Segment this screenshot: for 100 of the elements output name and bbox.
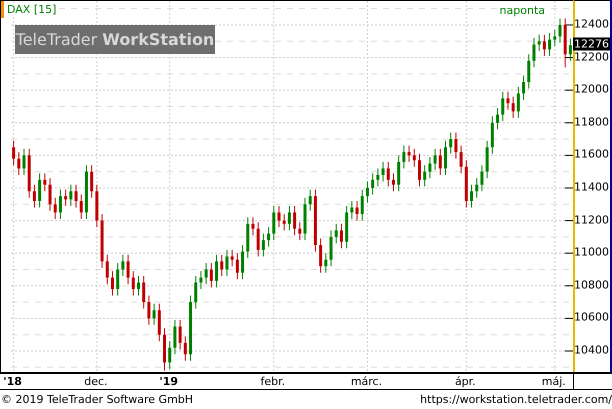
candlestick: [28, 148, 31, 198]
axis-label: 11800: [574, 115, 609, 128]
candlestick: [126, 254, 130, 285]
candlestick: [382, 161, 385, 182]
candlestick: [278, 205, 280, 228]
candlestick: [106, 254, 109, 285]
candlestick: [12, 140, 16, 166]
candlestick: [147, 295, 150, 326]
axis-label: 11000: [574, 246, 609, 259]
candlestick: [490, 116, 494, 154]
axis-label: '18: [3, 375, 22, 388]
candlestick: [475, 178, 478, 198]
candlestick: [308, 189, 312, 212]
axis-label: 10600: [574, 310, 609, 324]
candlestick: [189, 295, 192, 362]
candlestick: [516, 86, 520, 118]
candlestick: [412, 148, 416, 168]
candlestick: [210, 262, 213, 288]
candlestick: [558, 18, 562, 44]
candlestick: [522, 75, 526, 100]
candlestick: [267, 226, 270, 248]
candlestick: [319, 238, 322, 274]
candlestick: [95, 184, 98, 228]
axis-label: máj.: [542, 375, 566, 388]
candlestick: [230, 249, 234, 267]
candlestick: [480, 164, 484, 192]
website-link[interactable]: https://workstation.teletrader.com/: [420, 393, 612, 406]
candlestick: [74, 184, 78, 208]
candlestick: [356, 200, 359, 222]
candlestick: [386, 161, 390, 187]
branding-logo: TeleTrader WorkStation: [15, 25, 215, 54]
axis-label: 10800: [574, 278, 609, 292]
candlestick: [204, 262, 208, 285]
candlestick: [340, 223, 343, 249]
candlestick: [163, 328, 166, 372]
period-label: naponta: [500, 4, 545, 17]
candlestick: [173, 320, 176, 355]
candlestick: [438, 148, 442, 176]
candlestick: [486, 140, 489, 179]
candlestick: [568, 38, 572, 62]
candlestick: [38, 172, 42, 208]
candlestick: [84, 164, 88, 220]
candlestick: [32, 184, 36, 208]
symbol-label: DAX [15]: [7, 3, 56, 16]
candlestick: [376, 168, 380, 187]
candlestick: [506, 91, 510, 110]
candlestick: [460, 145, 463, 174]
axis-label: márc.: [350, 375, 382, 388]
candlestick: [225, 249, 228, 276]
candlestick: [408, 145, 411, 162]
candlestick: [532, 38, 536, 68]
axis-label: 12200: [574, 50, 609, 64]
candlestick: [251, 216, 254, 236]
candlestick: [444, 140, 447, 176]
candlestick: [110, 270, 114, 296]
axis-label: dec.: [84, 375, 108, 388]
axis-label: febr.: [260, 375, 286, 388]
candlestick: [330, 230, 333, 267]
candlestick: [69, 184, 72, 206]
candlestick: [418, 153, 421, 187]
candlestick: [527, 54, 530, 90]
candlestick: [314, 189, 317, 252]
candlestick: [64, 189, 68, 206]
axis-label: 12000: [574, 82, 609, 96]
candlestick: [360, 189, 364, 222]
candlestick: [158, 303, 161, 342]
candlestick: [324, 252, 328, 274]
candlestick: [512, 96, 515, 118]
candlestick: [366, 180, 369, 204]
candlestick: [548, 32, 552, 56]
candlestick: [199, 270, 202, 290]
candlestick: [262, 233, 265, 257]
candlestick: [54, 197, 57, 220]
candlestick: [304, 197, 306, 241]
axis-label: '19: [159, 375, 178, 388]
candlestick: [178, 320, 182, 350]
candlestick: [121, 254, 124, 276]
candlestick: [454, 132, 458, 160]
candlestick: [100, 214, 104, 268]
candlestick: [152, 303, 156, 326]
candlestick: [236, 252, 239, 280]
candlestick: [288, 205, 291, 231]
candlestick: [17, 152, 20, 176]
candlestick: [282, 214, 286, 231]
candlestick: [345, 205, 348, 249]
candlestick: [464, 160, 468, 208]
candlestick: [184, 336, 187, 362]
copyright-text: © 2019 TeleTrader Software GmbH: [1, 393, 194, 406]
candlestick: [293, 205, 296, 236]
last-price-tag: 12276: [573, 38, 610, 51]
candlestick: [392, 172, 395, 192]
candlestick: [194, 276, 198, 310]
axis-label: 11400: [574, 180, 609, 194]
candlestick: [246, 216, 250, 259]
candlestick: [542, 34, 546, 56]
candlestick: [168, 340, 172, 370]
candlestick: [538, 34, 541, 52]
candlestick: [470, 184, 474, 208]
candlestick: [256, 222, 260, 257]
candlestick: [58, 189, 62, 220]
